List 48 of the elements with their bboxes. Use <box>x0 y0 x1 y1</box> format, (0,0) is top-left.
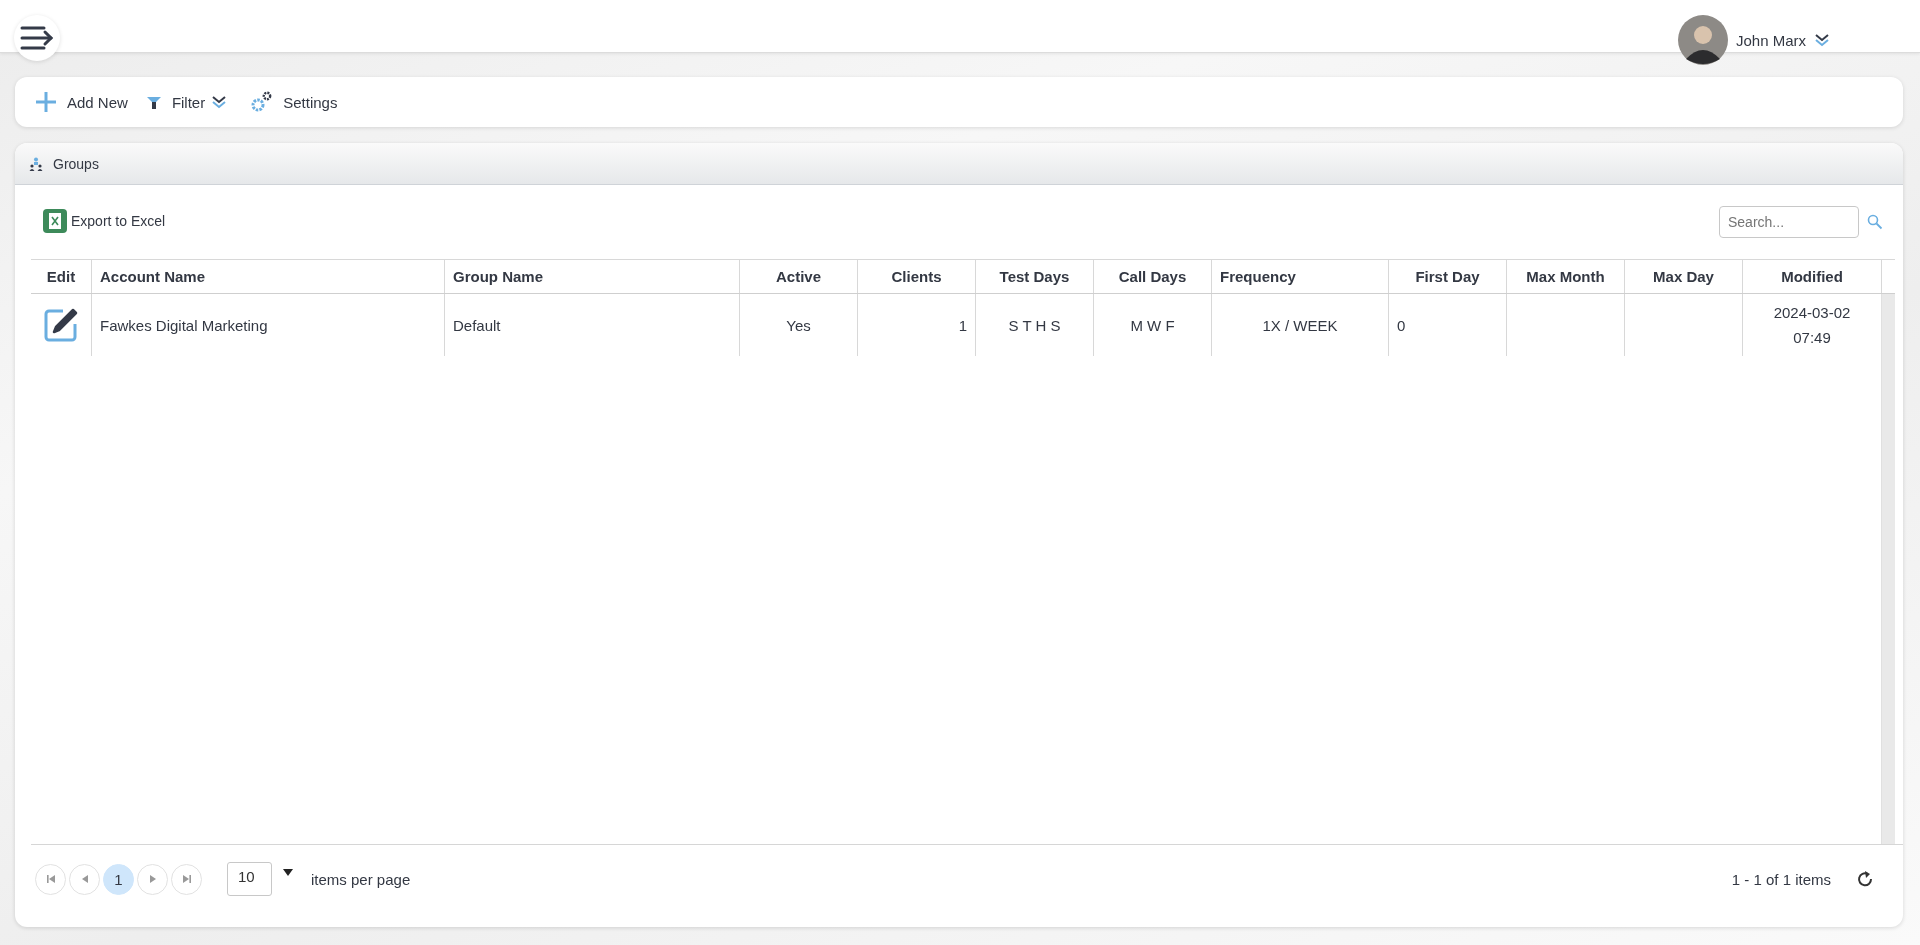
table-cell: Fawkes Digital Marketing <box>100 316 268 334</box>
column-header[interactable]: Call Days <box>1093 259 1212 294</box>
page-button[interactable]: 1 <box>103 863 134 895</box>
column-header[interactable]: Max Month <box>1506 259 1625 294</box>
column-header[interactable]: Modified <box>1742 259 1882 294</box>
table-cell: Yes <box>786 316 811 334</box>
refresh-icon[interactable] <box>1857 871 1873 887</box>
page-size-label: items per page <box>311 870 411 888</box>
export-button[interactable]: Export to Excel <box>43 209 166 233</box>
table-cell: M W F <box>1130 316 1175 334</box>
last-page-icon <box>182 875 191 883</box>
previous-page-icon <box>81 875 88 883</box>
column-header[interactable]: Clients <box>857 259 976 294</box>
user-name[interactable]: John Marx <box>1735 31 1806 49</box>
first-page-button[interactable] <box>35 863 66 895</box>
next-page-icon <box>149 875 156 883</box>
panel-title: Groups <box>53 155 99 172</box>
table-cell: 0 <box>1397 316 1406 334</box>
column-header[interactable]: Frequency <box>1211 259 1389 294</box>
pager-summary: 1 - 1 of 1 items <box>1731 870 1831 888</box>
dropdown-arrow-icon[interactable] <box>283 868 293 876</box>
column-header[interactable]: Edit <box>31 259 92 294</box>
table-cell: 1X / WEEK <box>1262 316 1338 334</box>
hierarchy-icon <box>29 156 43 171</box>
table-cell: 2024-03-02 07:49 <box>1773 304 1851 346</box>
table-cell: S T H S <box>1008 316 1061 334</box>
search-field[interactable]: Search... <box>1719 206 1859 238</box>
edit-icon[interactable] <box>43 307 79 343</box>
spreadsheet-icon <box>43 209 67 233</box>
column-header[interactable]: Max Day <box>1624 259 1743 294</box>
column-header[interactable]: Account Name <box>91 259 445 294</box>
first-page-icon <box>46 875 55 883</box>
column-header[interactable]: Active <box>739 259 858 294</box>
last-page-button[interactable] <box>171 863 202 895</box>
column-header[interactable]: Group Name <box>444 259 740 294</box>
page-size-field[interactable]: 10 <box>227 862 272 896</box>
table-cell: 1 <box>958 316 967 334</box>
double-chevron-icon[interactable] <box>1814 32 1830 48</box>
toolbar-button[interactable]: Filter <box>145 93 228 111</box>
plus-icon <box>35 91 57 113</box>
table-cell: Default <box>453 316 501 334</box>
column-header[interactable]: First Day <box>1388 259 1507 294</box>
menu-icon <box>20 25 54 51</box>
avatar[interactable] <box>1677 15 1728 65</box>
double-chevron-icon <box>211 94 228 110</box>
column-header[interactable]: Test Days <box>975 259 1094 294</box>
menu-button[interactable] <box>14 15 60 61</box>
filter-icon <box>145 94 162 110</box>
